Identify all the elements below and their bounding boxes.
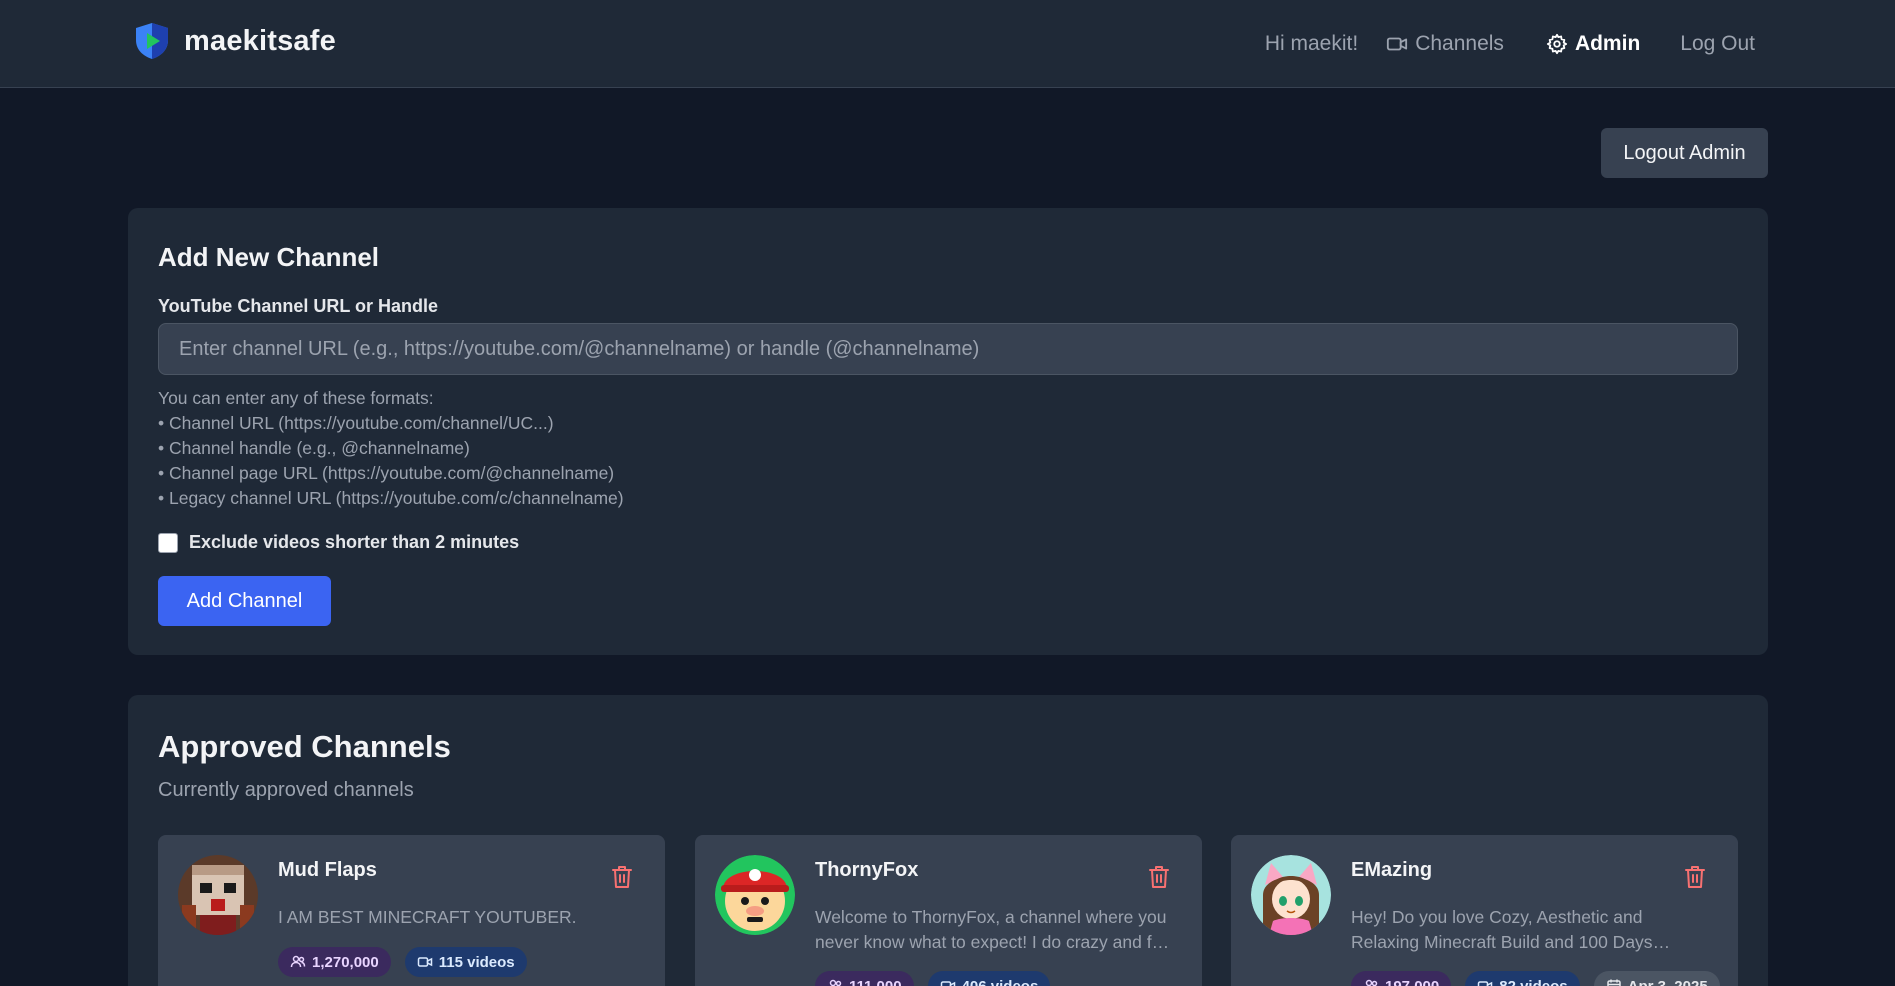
channel-badges: 197,000 82 videos Apr 3, 2025 [1351,971,1734,986]
channel-url-input[interactable] [158,323,1738,375]
add-channel-card: Add New Channel YouTube Channel URL or H… [128,208,1768,655]
channel-card[interactable]: EMazing Hey! Do you love Cozy, Aesthetic… [1231,835,1738,986]
channel-badges: 1,270,000 115 videos [278,947,541,977]
format-help: You can enter any of these formats: • Ch… [158,386,624,511]
format-help-item: • Channel handle (e.g., @channelname) [158,438,470,458]
video-count: 115 videos [438,953,515,971]
channel-avatar [715,855,795,935]
subscriber-badge: 197,000 [1351,971,1452,986]
approved-channels-title: Approved Channels [158,729,451,764]
channel-avatar [1251,855,1331,935]
nav-right: Hi maekit! Channels Admin Log Out [1265,0,1755,88]
gear-icon [1546,33,1568,55]
users-icon [829,979,842,986]
exclude-short-checkbox[interactable] [158,532,178,553]
nav-channels-label: Channels [1415,32,1504,55]
channel-name: ThornyFox [815,859,919,881]
video-camera-icon [1477,981,1493,986]
brand-name: maekitsafe [184,24,336,57]
nav-admin-link[interactable]: Admin [1546,32,1640,56]
date-added: Apr 3, 2025 [1627,977,1708,986]
logout-admin-button[interactable]: Logout Admin [1601,128,1768,178]
channel-name: Mud Flaps [278,859,377,881]
nav-admin-label: Admin [1574,32,1641,55]
video-count-badge: 115 videos [404,947,527,977]
nav-logout-link[interactable]: Log Out [1680,32,1755,56]
cartoon-face-avatar-icon [715,855,795,935]
trash-icon[interactable] [611,865,633,889]
brand[interactable]: maekitsafe [134,22,336,60]
add-channel-button[interactable]: Add Channel [158,576,331,626]
subscriber-badge: 111,000 [815,971,914,986]
video-camera-icon [940,981,955,986]
subscriber-badge: 1,270,000 [278,947,391,977]
video-count: 406 videos [961,977,1039,986]
channel-description: Hey! Do you love Cozy, Aesthetic and Rel… [1351,907,1653,952]
users-icon [290,955,306,968]
channel-name: EMazing [1351,859,1433,881]
minecraft-character-avatar-icon [178,855,258,935]
channel-card[interactable]: Mud Flaps I AM BEST MINECRAFT YOUTUBER. … [158,835,665,986]
video-count: 82 videos [1499,977,1568,986]
channel-card[interactable]: ThornyFox Welcome to ThornyFox, a channe… [695,835,1202,986]
shield-logo-icon [136,23,168,59]
format-help-item: • Channel page URL (https://youtube.com/… [158,463,615,483]
video-count-badge: 406 videos [927,971,1051,986]
trash-icon[interactable] [1148,865,1170,889]
approved-channels-subtitle: Currently approved channels [158,779,414,801]
channel-description: Welcome to ThornyFox, a channel where yo… [815,907,1172,952]
channel-badges: 111,000 406 videos [815,971,1064,986]
format-help-item: • Channel URL (https://youtube.com/chann… [158,413,554,433]
exclude-short-row: Exclude videos shorter than 2 minutes [158,532,519,553]
top-nav: maekitsafe Hi maekit! Channels Admin Log… [0,0,1895,88]
subscriber-count: 111,000 [849,977,902,986]
exclude-short-label[interactable]: Exclude videos shorter than 2 minutes [189,532,519,553]
channel-url-label: YouTube Channel URL or Handle [158,296,439,316]
channel-avatar [178,855,258,935]
channel-description: I AM BEST MINECRAFT YOUTUBER. [278,907,577,927]
nav-channels-link[interactable]: Channels [1386,32,1504,56]
trash-icon[interactable] [1684,865,1706,889]
video-camera-icon [1387,37,1408,51]
format-help-item: • Legacy channel URL (https://youtube.co… [158,488,624,508]
calendar-icon [1606,979,1621,986]
date-badge: Apr 3, 2025 [1593,971,1720,986]
approved-channels-card: Approved Channels Currently approved cha… [128,695,1768,986]
users-icon [1365,979,1378,986]
user-greeting: Hi maekit! [1264,32,1359,55]
subscriber-count: 197,000 [1385,977,1440,986]
anime-girl-avatar-icon [1251,855,1331,935]
subscriber-count: 1,270,000 [312,953,379,971]
video-count-badge: 82 videos [1465,971,1580,986]
add-channel-title: Add New Channel [158,242,380,272]
format-help-title: You can enter any of these formats: [158,388,434,408]
video-camera-icon [417,957,432,967]
